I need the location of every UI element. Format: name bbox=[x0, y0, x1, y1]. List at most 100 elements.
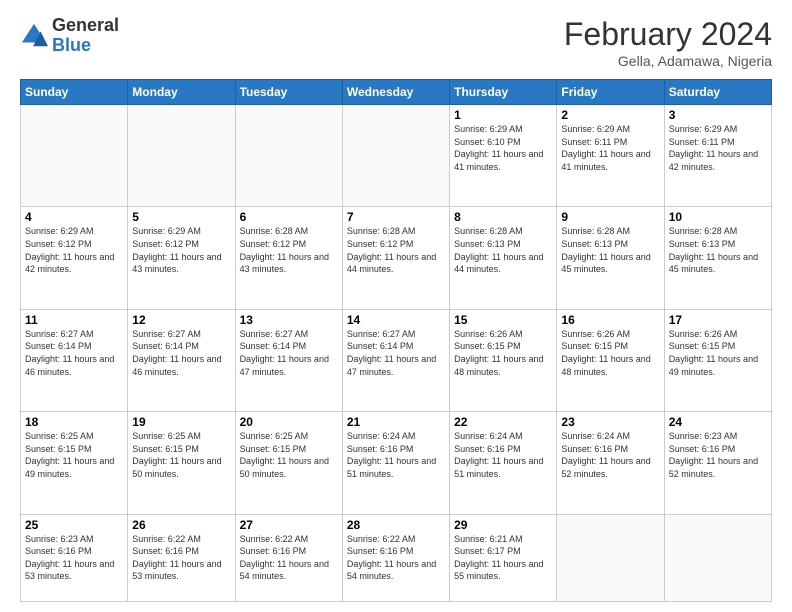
calendar-cell bbox=[128, 105, 235, 207]
week-row-5: 25Sunrise: 6:23 AM Sunset: 6:16 PM Dayli… bbox=[21, 514, 772, 601]
week-row-2: 4Sunrise: 6:29 AM Sunset: 6:12 PM Daylig… bbox=[21, 207, 772, 309]
calendar-cell bbox=[557, 514, 664, 601]
week-row-1: 1Sunrise: 6:29 AM Sunset: 6:10 PM Daylig… bbox=[21, 105, 772, 207]
week-row-3: 11Sunrise: 6:27 AM Sunset: 6:14 PM Dayli… bbox=[21, 309, 772, 411]
calendar-cell bbox=[235, 105, 342, 207]
calendar-cell: 11Sunrise: 6:27 AM Sunset: 6:14 PM Dayli… bbox=[21, 309, 128, 411]
calendar-cell bbox=[342, 105, 449, 207]
title-block: February 2024 Gella, Adamawa, Nigeria bbox=[564, 16, 772, 69]
day-number: 1 bbox=[454, 108, 552, 122]
calendar-cell: 18Sunrise: 6:25 AM Sunset: 6:15 PM Dayli… bbox=[21, 412, 128, 514]
day-info: Sunrise: 6:28 AM Sunset: 6:12 PM Dayligh… bbox=[240, 225, 338, 275]
day-info: Sunrise: 6:29 AM Sunset: 6:11 PM Dayligh… bbox=[561, 123, 659, 173]
day-info: Sunrise: 6:23 AM Sunset: 6:16 PM Dayligh… bbox=[25, 533, 123, 583]
day-info: Sunrise: 6:24 AM Sunset: 6:16 PM Dayligh… bbox=[454, 430, 552, 480]
calendar-cell: 3Sunrise: 6:29 AM Sunset: 6:11 PM Daylig… bbox=[664, 105, 771, 207]
calendar-cell: 20Sunrise: 6:25 AM Sunset: 6:15 PM Dayli… bbox=[235, 412, 342, 514]
calendar-header-row: SundayMondayTuesdayWednesdayThursdayFrid… bbox=[21, 80, 772, 105]
calendar-cell: 10Sunrise: 6:28 AM Sunset: 6:13 PM Dayli… bbox=[664, 207, 771, 309]
day-number: 7 bbox=[347, 210, 445, 224]
day-info: Sunrise: 6:29 AM Sunset: 6:10 PM Dayligh… bbox=[454, 123, 552, 173]
logo-text: General Blue bbox=[52, 16, 119, 56]
day-number: 12 bbox=[132, 313, 230, 327]
day-number: 5 bbox=[132, 210, 230, 224]
calendar-title: February 2024 bbox=[564, 16, 772, 53]
week-row-4: 18Sunrise: 6:25 AM Sunset: 6:15 PM Dayli… bbox=[21, 412, 772, 514]
day-number: 23 bbox=[561, 415, 659, 429]
calendar-cell: 12Sunrise: 6:27 AM Sunset: 6:14 PM Dayli… bbox=[128, 309, 235, 411]
col-header-saturday: Saturday bbox=[664, 80, 771, 105]
calendar-cell: 26Sunrise: 6:22 AM Sunset: 6:16 PM Dayli… bbox=[128, 514, 235, 601]
logo-icon bbox=[20, 22, 48, 50]
day-number: 4 bbox=[25, 210, 123, 224]
calendar-cell: 27Sunrise: 6:22 AM Sunset: 6:16 PM Dayli… bbox=[235, 514, 342, 601]
col-header-sunday: Sunday bbox=[21, 80, 128, 105]
calendar-cell: 6Sunrise: 6:28 AM Sunset: 6:12 PM Daylig… bbox=[235, 207, 342, 309]
day-info: Sunrise: 6:28 AM Sunset: 6:13 PM Dayligh… bbox=[454, 225, 552, 275]
day-number: 6 bbox=[240, 210, 338, 224]
logo-blue-text: Blue bbox=[52, 36, 119, 56]
calendar-cell: 1Sunrise: 6:29 AM Sunset: 6:10 PM Daylig… bbox=[450, 105, 557, 207]
col-header-monday: Monday bbox=[128, 80, 235, 105]
calendar-table: SundayMondayTuesdayWednesdayThursdayFrid… bbox=[20, 79, 772, 602]
calendar-cell: 7Sunrise: 6:28 AM Sunset: 6:12 PM Daylig… bbox=[342, 207, 449, 309]
day-number: 28 bbox=[347, 518, 445, 532]
day-info: Sunrise: 6:29 AM Sunset: 6:12 PM Dayligh… bbox=[25, 225, 123, 275]
calendar-cell: 21Sunrise: 6:24 AM Sunset: 6:16 PM Dayli… bbox=[342, 412, 449, 514]
day-info: Sunrise: 6:27 AM Sunset: 6:14 PM Dayligh… bbox=[347, 328, 445, 378]
day-info: Sunrise: 6:26 AM Sunset: 6:15 PM Dayligh… bbox=[454, 328, 552, 378]
day-info: Sunrise: 6:25 AM Sunset: 6:15 PM Dayligh… bbox=[132, 430, 230, 480]
day-info: Sunrise: 6:25 AM Sunset: 6:15 PM Dayligh… bbox=[240, 430, 338, 480]
day-number: 27 bbox=[240, 518, 338, 532]
day-info: Sunrise: 6:27 AM Sunset: 6:14 PM Dayligh… bbox=[132, 328, 230, 378]
calendar-location: Gella, Adamawa, Nigeria bbox=[564, 53, 772, 69]
day-info: Sunrise: 6:28 AM Sunset: 6:13 PM Dayligh… bbox=[669, 225, 767, 275]
page: General Blue February 2024 Gella, Adamaw… bbox=[0, 0, 792, 612]
day-info: Sunrise: 6:24 AM Sunset: 6:16 PM Dayligh… bbox=[561, 430, 659, 480]
col-header-tuesday: Tuesday bbox=[235, 80, 342, 105]
day-info: Sunrise: 6:24 AM Sunset: 6:16 PM Dayligh… bbox=[347, 430, 445, 480]
day-number: 24 bbox=[669, 415, 767, 429]
day-number: 3 bbox=[669, 108, 767, 122]
logo-general-text: General bbox=[52, 16, 119, 36]
calendar-cell: 14Sunrise: 6:27 AM Sunset: 6:14 PM Dayli… bbox=[342, 309, 449, 411]
day-number: 18 bbox=[25, 415, 123, 429]
calendar-cell: 15Sunrise: 6:26 AM Sunset: 6:15 PM Dayli… bbox=[450, 309, 557, 411]
day-info: Sunrise: 6:22 AM Sunset: 6:16 PM Dayligh… bbox=[347, 533, 445, 583]
day-info: Sunrise: 6:27 AM Sunset: 6:14 PM Dayligh… bbox=[240, 328, 338, 378]
day-number: 16 bbox=[561, 313, 659, 327]
day-number: 10 bbox=[669, 210, 767, 224]
day-info: Sunrise: 6:23 AM Sunset: 6:16 PM Dayligh… bbox=[669, 430, 767, 480]
day-number: 2 bbox=[561, 108, 659, 122]
col-header-wednesday: Wednesday bbox=[342, 80, 449, 105]
day-info: Sunrise: 6:28 AM Sunset: 6:13 PM Dayligh… bbox=[561, 225, 659, 275]
calendar-cell: 13Sunrise: 6:27 AM Sunset: 6:14 PM Dayli… bbox=[235, 309, 342, 411]
day-number: 29 bbox=[454, 518, 552, 532]
calendar-cell: 28Sunrise: 6:22 AM Sunset: 6:16 PM Dayli… bbox=[342, 514, 449, 601]
day-number: 19 bbox=[132, 415, 230, 429]
calendar-cell: 17Sunrise: 6:26 AM Sunset: 6:15 PM Dayli… bbox=[664, 309, 771, 411]
calendar-cell: 2Sunrise: 6:29 AM Sunset: 6:11 PM Daylig… bbox=[557, 105, 664, 207]
day-number: 22 bbox=[454, 415, 552, 429]
day-number: 9 bbox=[561, 210, 659, 224]
calendar-cell: 8Sunrise: 6:28 AM Sunset: 6:13 PM Daylig… bbox=[450, 207, 557, 309]
day-number: 15 bbox=[454, 313, 552, 327]
logo: General Blue bbox=[20, 16, 119, 56]
calendar-cell bbox=[21, 105, 128, 207]
day-number: 14 bbox=[347, 313, 445, 327]
calendar-cell: 16Sunrise: 6:26 AM Sunset: 6:15 PM Dayli… bbox=[557, 309, 664, 411]
day-number: 20 bbox=[240, 415, 338, 429]
calendar-cell: 24Sunrise: 6:23 AM Sunset: 6:16 PM Dayli… bbox=[664, 412, 771, 514]
calendar-cell: 19Sunrise: 6:25 AM Sunset: 6:15 PM Dayli… bbox=[128, 412, 235, 514]
day-info: Sunrise: 6:22 AM Sunset: 6:16 PM Dayligh… bbox=[132, 533, 230, 583]
day-info: Sunrise: 6:28 AM Sunset: 6:12 PM Dayligh… bbox=[347, 225, 445, 275]
calendar-cell: 25Sunrise: 6:23 AM Sunset: 6:16 PM Dayli… bbox=[21, 514, 128, 601]
calendar-cell: 23Sunrise: 6:24 AM Sunset: 6:16 PM Dayli… bbox=[557, 412, 664, 514]
day-info: Sunrise: 6:29 AM Sunset: 6:12 PM Dayligh… bbox=[132, 225, 230, 275]
day-info: Sunrise: 6:22 AM Sunset: 6:16 PM Dayligh… bbox=[240, 533, 338, 583]
day-number: 8 bbox=[454, 210, 552, 224]
day-number: 21 bbox=[347, 415, 445, 429]
day-info: Sunrise: 6:25 AM Sunset: 6:15 PM Dayligh… bbox=[25, 430, 123, 480]
calendar-cell bbox=[664, 514, 771, 601]
day-info: Sunrise: 6:21 AM Sunset: 6:17 PM Dayligh… bbox=[454, 533, 552, 583]
